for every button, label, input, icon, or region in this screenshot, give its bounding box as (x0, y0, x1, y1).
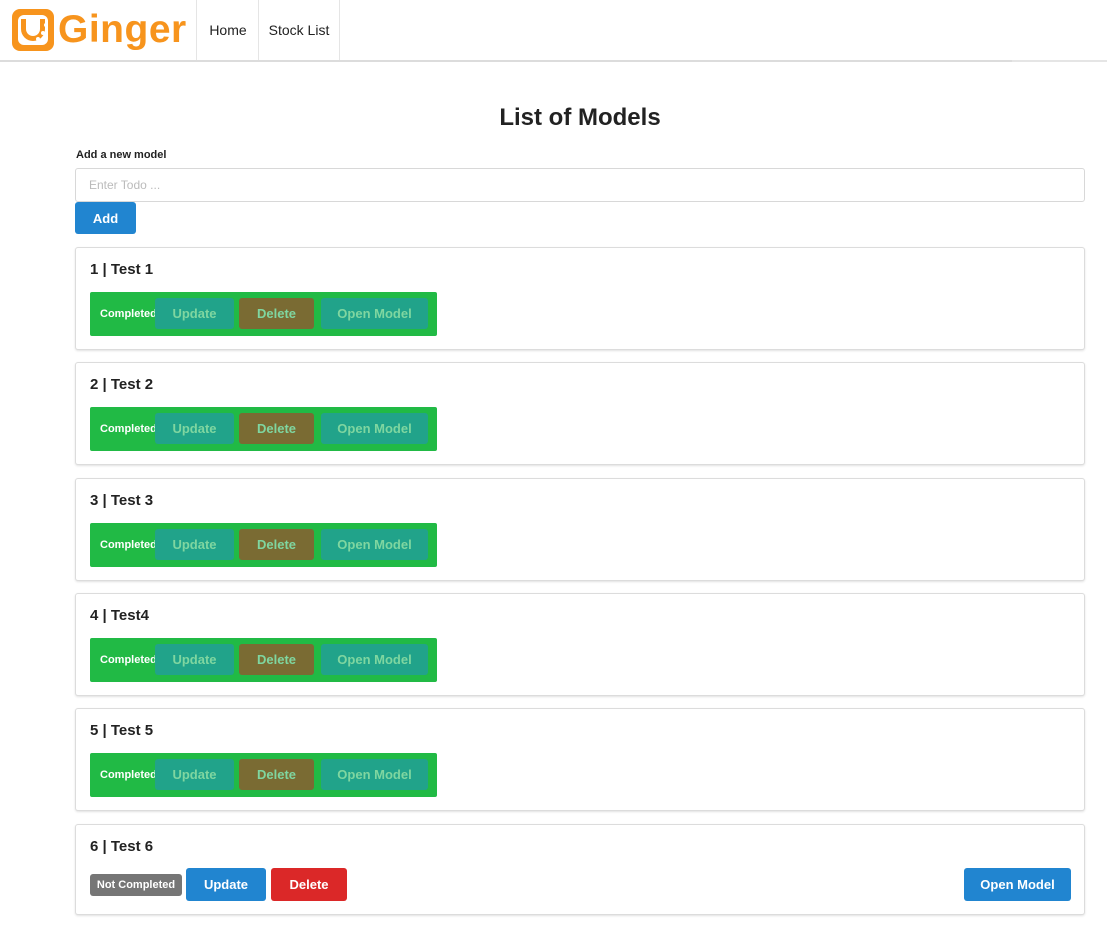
update-button[interactable]: Update (155, 529, 234, 560)
delete-button[interactable]: Delete (239, 413, 314, 444)
update-button[interactable]: Update (186, 868, 266, 901)
nav-item-home[interactable]: Home (196, 0, 259, 60)
model-card: 4 | Test4 Completed Update Delete Open M… (75, 593, 1085, 696)
open-model-button[interactable]: Open Model (964, 868, 1071, 901)
update-button[interactable]: Update (155, 759, 234, 790)
new-model-input[interactable] (75, 168, 1085, 202)
model-card: 2 | Test 2 Completed Update Delete Open … (75, 362, 1085, 465)
brand-name: Ginger (58, 8, 187, 51)
model-actions: Completed Update Delete Open Model (90, 638, 437, 682)
open-model-button[interactable]: Open Model (321, 644, 428, 675)
model-title: 1 | Test 1 (90, 261, 154, 278)
open-model-button[interactable]: Open Model (321, 413, 428, 444)
model-card: 5 | Test 5 Completed Update Delete Open … (75, 708, 1085, 811)
open-model-button[interactable]: Open Model (321, 529, 428, 560)
model-actions: Completed Update Delete Open Model (90, 523, 437, 567)
delete-button[interactable]: Delete (271, 868, 347, 901)
status-badge: Completed (100, 423, 157, 435)
top-navbar: Ginger Home Stock List (0, 0, 1107, 62)
add-button[interactable]: Add (75, 202, 136, 234)
model-title: 3 | Test 3 (90, 492, 154, 509)
model-card: 6 | Test 6 Not Completed Update Delete O… (75, 824, 1085, 915)
status-badge: Completed (100, 769, 157, 781)
delete-button[interactable]: Delete (239, 298, 314, 329)
model-title: 2 | Test 2 (90, 376, 154, 393)
open-model-button[interactable]: Open Model (321, 759, 428, 790)
model-card: 1 | Test 1 Completed Update Delete Open … (75, 247, 1085, 350)
update-button[interactable]: Update (155, 644, 234, 675)
model-title: 5 | Test 5 (90, 722, 154, 739)
status-badge: Completed (100, 654, 157, 666)
status-badge: Not Completed (90, 874, 182, 896)
nav-item-stock-list[interactable]: Stock List (258, 0, 340, 60)
status-badge: Completed (100, 539, 157, 551)
delete-button[interactable]: Delete (239, 759, 314, 790)
delete-button[interactable]: Delete (239, 529, 314, 560)
add-model-label: Add a new model (76, 149, 167, 161)
delete-button[interactable]: Delete (239, 644, 314, 675)
model-actions: Completed Update Delete Open Model (90, 753, 437, 797)
open-model-button[interactable]: Open Model (321, 298, 428, 329)
page-title: List of Models (499, 104, 661, 131)
update-button[interactable]: Update (155, 413, 234, 444)
model-title: 4 | Test4 (90, 607, 149, 624)
ginger-logo-icon (12, 9, 54, 51)
brand[interactable]: Ginger (12, 8, 187, 52)
model-actions: Completed Update Delete Open Model (90, 407, 437, 451)
navbar-divider (0, 60, 1012, 62)
model-card: 3 | Test 3 Completed Update Delete Open … (75, 478, 1085, 581)
model-actions: Completed Update Delete Open Model (90, 292, 437, 336)
update-button[interactable]: Update (155, 298, 234, 329)
model-title: 6 | Test 6 (90, 838, 154, 855)
status-badge: Completed (100, 308, 157, 320)
